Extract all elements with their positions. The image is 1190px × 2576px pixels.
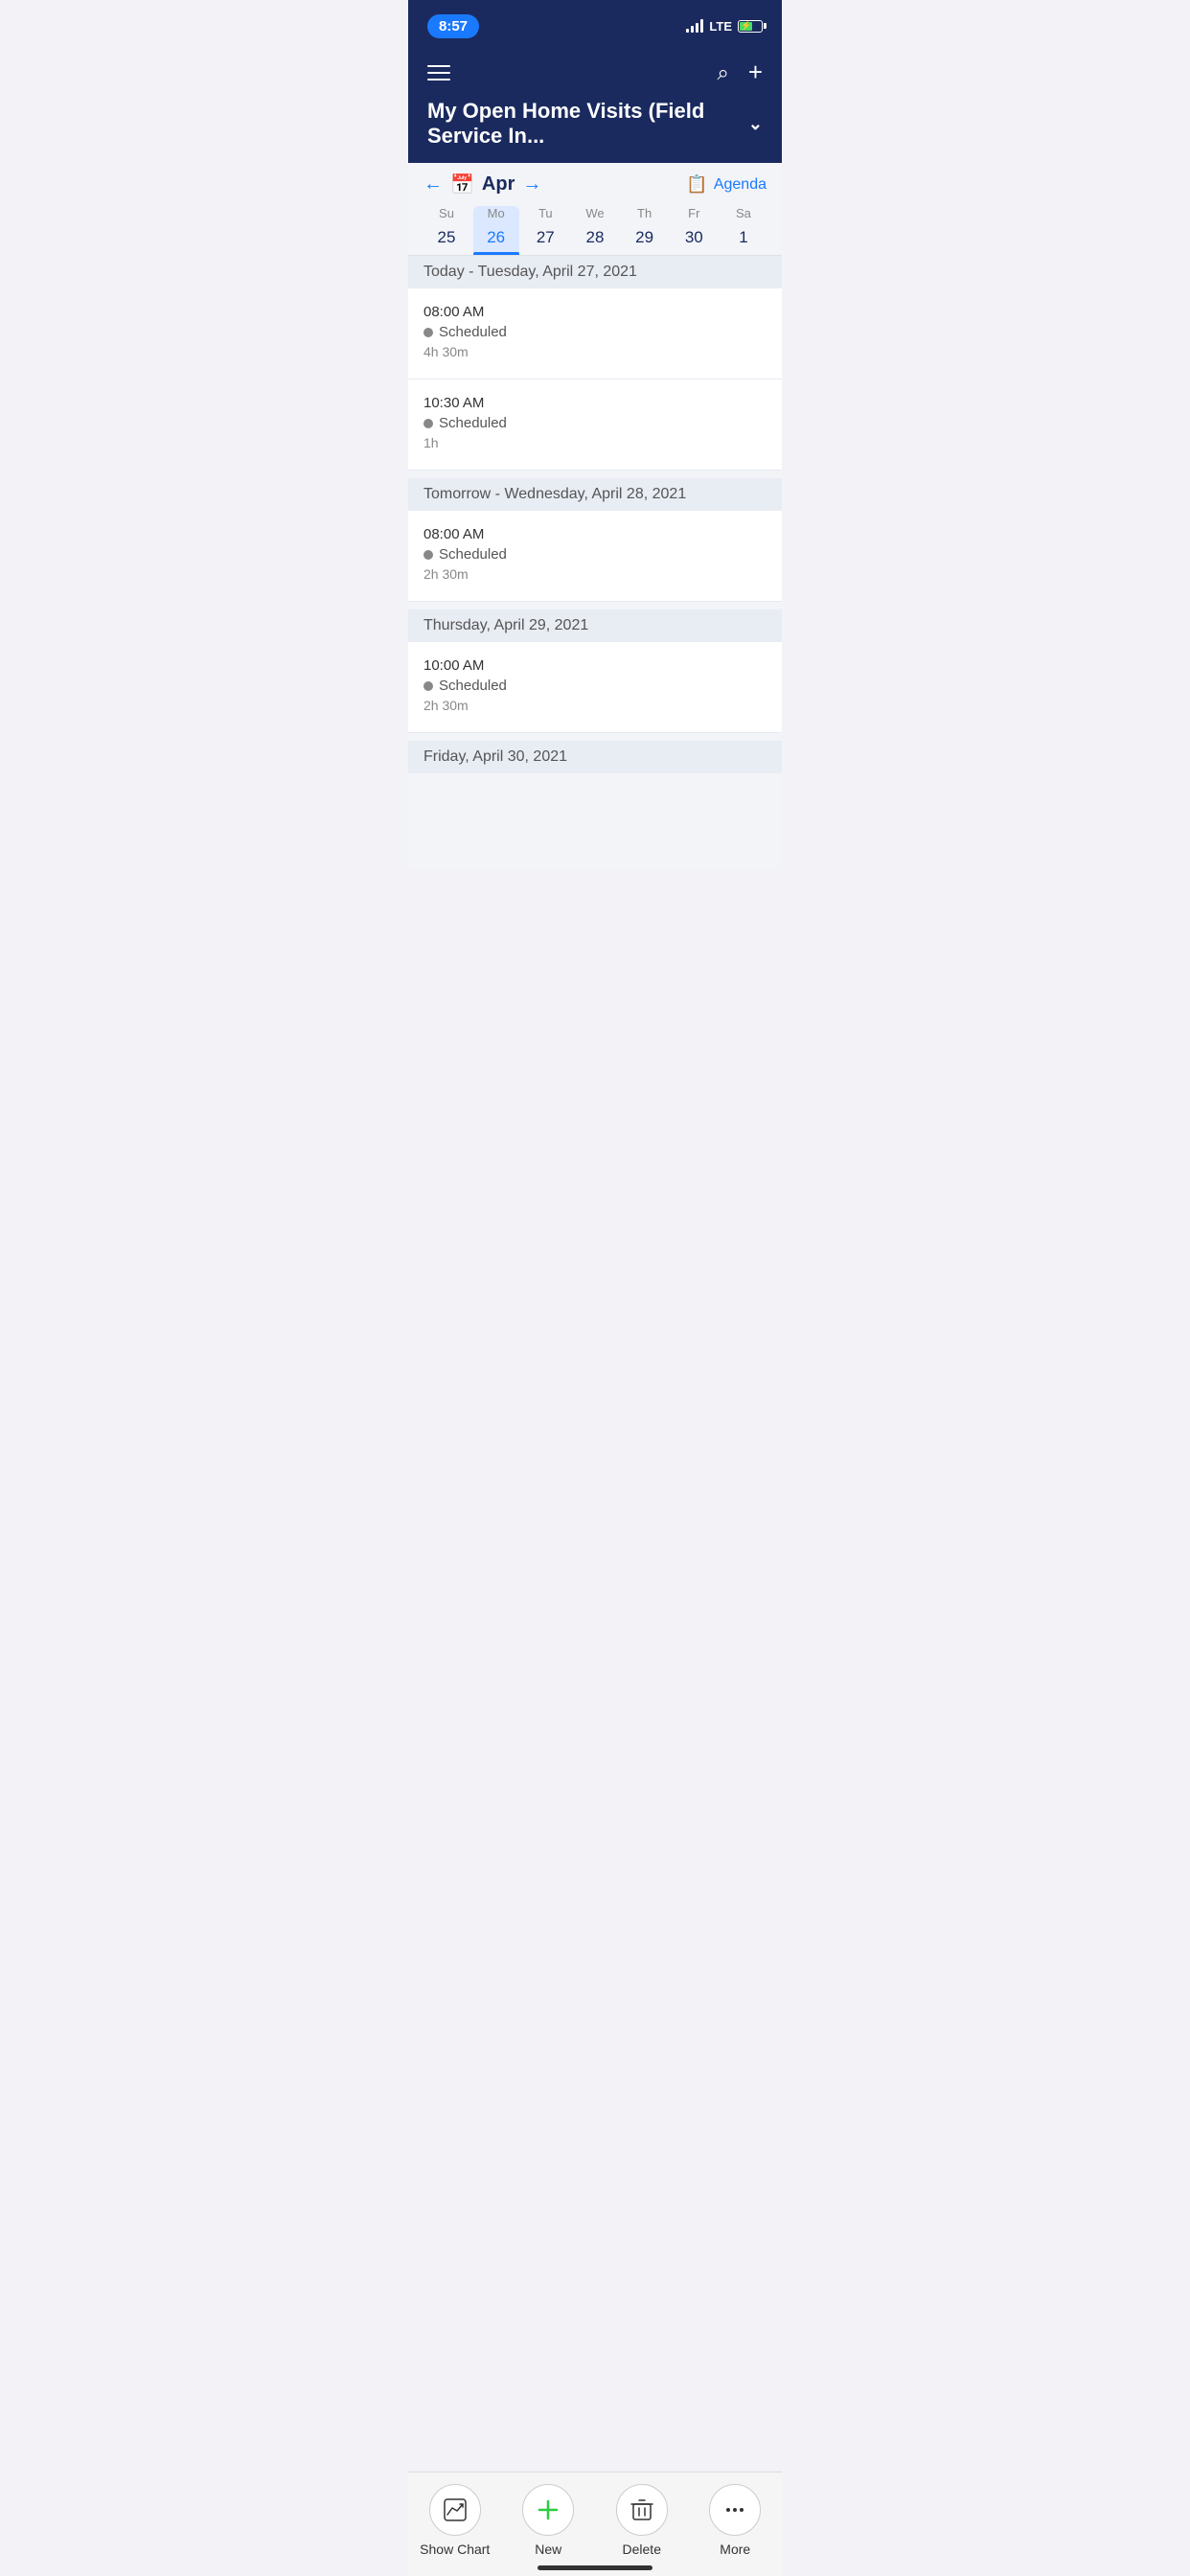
appointment-time: 08:00 AM: [423, 304, 767, 320]
day-name-fr: Fr: [688, 206, 699, 220]
chart-icon: [443, 2497, 468, 2522]
day-cell-we[interactable]: We 28: [572, 206, 618, 255]
delete-icon-circle: [616, 2484, 668, 2536]
next-month-button[interactable]: →: [522, 173, 541, 196]
day-number-28: 28: [572, 224, 618, 255]
appointment-time: 08:00 AM: [423, 526, 767, 542]
appointment-duration: 2h 30m: [423, 566, 767, 582]
day-cell-mo[interactable]: Mo 26: [473, 206, 519, 255]
day-cell-su[interactable]: Su 25: [423, 206, 469, 255]
day-name-sa: Sa: [736, 206, 751, 220]
section-header-thursday: Thursday, April 29, 2021: [408, 610, 782, 642]
delete-label: Delete: [623, 2542, 661, 2557]
lte-label: LTE: [709, 19, 732, 34]
appointment-card[interactable]: 08:00 AM Scheduled 4h 30m: [408, 288, 782, 380]
delete-icon: [629, 2497, 654, 2522]
appointment-duration: 2h 30m: [423, 698, 767, 713]
appointment-card[interactable]: 10:30 AM Scheduled 1h: [408, 380, 782, 471]
calendar-strip: ← 📅 Apr → 📋 Agenda Su 25 Mo 26 Tu 27 We …: [408, 163, 782, 256]
more-icon-circle: [709, 2484, 761, 2536]
day-number-30: 30: [671, 224, 717, 255]
hamburger-menu[interactable]: [427, 65, 450, 80]
appointment-card[interactable]: 10:00 AM Scheduled 2h 30m: [408, 642, 782, 733]
home-indicator: [538, 2565, 652, 2570]
appointment-card[interactable]: 08:00 AM Scheduled 2h 30m: [408, 511, 782, 602]
section-spacer: [408, 471, 782, 478]
prev-month-button[interactable]: ←: [423, 173, 443, 196]
appointment-status: Scheduled: [423, 415, 767, 431]
active-underline: [473, 252, 519, 255]
title-chevron-icon: ⌄: [748, 114, 763, 134]
show-chart-button[interactable]: Show Chart: [417, 2484, 493, 2557]
day-number-25: 25: [423, 224, 469, 255]
battery-icon: ⚡: [738, 20, 763, 33]
appointment-status: Scheduled: [423, 324, 767, 340]
status-dot-icon: [423, 419, 433, 428]
day-name-we: We: [585, 206, 604, 220]
appointment-duration: 1h: [423, 435, 767, 450]
status-dot-icon: [423, 328, 433, 337]
more-button[interactable]: More: [697, 2484, 773, 2557]
new-button[interactable]: New: [510, 2484, 586, 2557]
page-title[interactable]: My Open Home Visits (Field Service In...…: [427, 99, 763, 149]
day-number-29: 29: [622, 224, 668, 255]
page-title-text: My Open Home Visits (Field Service In...: [427, 99, 741, 149]
day-cell-th[interactable]: Th 29: [622, 206, 668, 255]
calendar-month-nav: ← 📅 Apr → 📋 Agenda: [423, 172, 767, 196]
day-name-su: Su: [439, 206, 454, 220]
appointment-time: 10:30 AM: [423, 395, 767, 411]
status-time: 8:57: [427, 14, 479, 38]
day-name-mo: Mo: [488, 206, 505, 220]
status-label: Scheduled: [439, 415, 507, 431]
status-bar: 8:57 LTE ⚡: [408, 0, 782, 48]
day-name-tu: Tu: [538, 206, 553, 220]
month-nav-left: ← 📅 Apr →: [423, 172, 541, 196]
agenda-label: Agenda: [714, 176, 767, 194]
agenda-calendar-icon: 📋: [686, 174, 707, 195]
header-actions: ⌕ +: [717, 58, 763, 87]
day-name-th: Th: [637, 206, 652, 220]
delete-button[interactable]: Delete: [604, 2484, 680, 2557]
status-label: Scheduled: [439, 324, 507, 340]
more-label: More: [720, 2542, 750, 2557]
appointment-time: 10:00 AM: [423, 657, 767, 674]
show-chart-label: Show Chart: [420, 2542, 490, 2557]
agenda-button[interactable]: 📋 Agenda: [686, 174, 767, 195]
new-icon: [536, 2497, 561, 2522]
section-spacer: [408, 602, 782, 610]
search-icon[interactable]: ⌕: [717, 60, 728, 85]
appointment-status: Scheduled: [423, 678, 767, 694]
day-cell-tu[interactable]: Tu 27: [522, 206, 568, 255]
section-header-friday: Friday, April 30, 2021: [408, 741, 782, 773]
status-icons: LTE ⚡: [686, 19, 763, 34]
month-label: Apr: [482, 173, 515, 196]
days-row: Su 25 Mo 26 Tu 27 We 28 Th 29 Fr 30 Sa 1: [423, 206, 767, 255]
header-nav: ⌕ +: [427, 58, 763, 87]
signal-bars-icon: [686, 19, 703, 33]
day-cell-sa[interactable]: Sa 1: [721, 206, 767, 255]
appointment-status: Scheduled: [423, 546, 767, 563]
chart-icon-circle: [429, 2484, 481, 2536]
bottom-toolbar: Show Chart New Delete: [408, 2472, 782, 2576]
header: ⌕ + My Open Home Visits (Field Service I…: [408, 48, 782, 163]
status-dot-icon: [423, 681, 433, 691]
agenda-content: Today - Tuesday, April 27, 2021 08:00 AM…: [408, 256, 782, 869]
day-number-27: 27: [522, 224, 568, 255]
section-header-today: Today - Tuesday, April 27, 2021: [408, 256, 782, 288]
status-dot-icon: [423, 550, 433, 560]
appointment-duration: 4h 30m: [423, 344, 767, 359]
day-number-26: 26: [473, 224, 519, 255]
status-label: Scheduled: [439, 678, 507, 694]
calendar-icon: 📅: [450, 172, 474, 196]
new-icon-circle: [522, 2484, 574, 2536]
status-label: Scheduled: [439, 546, 507, 563]
day-number-1: 1: [721, 224, 767, 255]
more-icon: [722, 2497, 747, 2522]
day-cell-fr[interactable]: Fr 30: [671, 206, 717, 255]
add-icon[interactable]: +: [748, 58, 763, 87]
new-label: New: [535, 2542, 561, 2557]
section-spacer: [408, 733, 782, 741]
section-header-tomorrow: Tomorrow - Wednesday, April 28, 2021: [408, 478, 782, 511]
